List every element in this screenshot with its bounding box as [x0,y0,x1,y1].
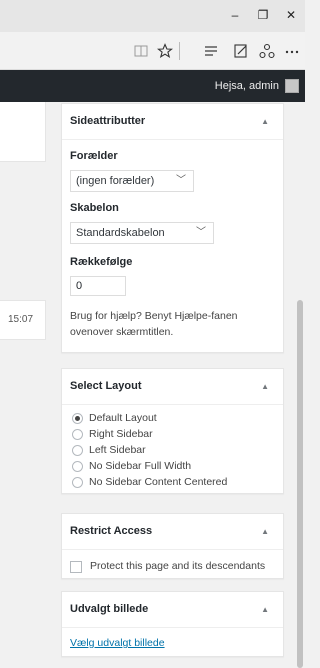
layout-option-label: No Sidebar Content Centered [89,476,228,488]
hub-icon[interactable] [203,43,219,59]
toggle-arrow-icon[interactable]: ▲ [261,117,269,126]
radio-button[interactable] [72,461,83,472]
layout-option-default[interactable]: Default Layout [70,412,275,426]
order-label: Rækkefølge [70,256,133,268]
minimize-icon[interactable]: – [228,8,242,22]
left-card-revision: 15:07 [0,300,46,340]
page-attributes-header[interactable]: Sideattributter ▲ [62,104,283,140]
order-input[interactable]: 0 [70,276,126,296]
left-content-area [0,102,51,668]
restrict-access-header[interactable]: Restrict Access ▲ [62,514,283,550]
toolbar-separator [179,42,180,60]
template-label: Skabelon [70,202,119,214]
restrict-access-title: Restrict Access [70,525,153,537]
parent-select[interactable]: (ingen forælder) ﹀ [70,170,194,192]
left-card [0,102,46,162]
help-text: Brug for hjælp? Benyt Hjælpe-fanen oveno… [70,310,238,338]
layout-option-label: Default Layout [89,412,157,424]
select-layout-box: Select Layout ▲ Default Layout Right Sid… [61,368,284,494]
share-icon[interactable] [259,43,275,59]
window-titlebar: – ❐ ✕ [0,0,305,32]
layout-option-left-sidebar[interactable]: Left Sidebar [70,444,275,458]
chevron-down-icon: ﹀ [176,175,186,186]
wp-admin-bar: Hejsa, admin [0,70,305,102]
layout-option-label: Left Sidebar [89,444,146,456]
browser-toolbar [0,32,305,70]
featured-image-box: Udvalgt billede ▲ Vælg udvalgt billede [61,591,284,657]
page-attributes-box: Sideattributter ▲ Forælder (ingen foræld… [61,103,284,353]
select-layout-title: Select Layout [70,380,142,392]
layout-option-label: Right Sidebar [89,428,153,440]
chevron-down-icon: ﹀ [196,227,206,238]
toggle-arrow-icon[interactable]: ▲ [261,382,269,391]
parent-label: Forælder [70,150,118,162]
toggle-arrow-icon[interactable]: ▲ [261,527,269,536]
radio-button[interactable] [72,413,83,424]
restore-icon[interactable]: ❐ [256,8,270,22]
parent-select-value: (ingen forælder) [76,175,155,187]
radio-button[interactable] [72,477,83,488]
reading-view-icon[interactable] [133,43,149,59]
admin-greeting[interactable]: Hejsa, admin [215,70,279,102]
scrollbar-thumb[interactable] [297,300,303,668]
select-layout-header[interactable]: Select Layout ▲ [62,369,283,405]
layout-option-label: No Sidebar Full Width [89,460,192,472]
revision-time: 15:07 [8,314,34,325]
layout-option-no-sidebar-centered[interactable]: No Sidebar Content Centered [70,476,275,490]
restrict-access-box: Restrict Access ▲ Protect this page and … [61,513,284,579]
more-icon[interactable] [284,43,300,59]
featured-image-title: Udvalgt billede [70,603,149,615]
toggle-arrow-icon[interactable]: ▲ [261,605,269,614]
avatar[interactable] [285,79,299,93]
close-icon[interactable]: ✕ [284,8,298,22]
page-attributes-title: Sideattributter [70,115,146,127]
favorite-star-icon[interactable] [156,43,174,59]
protect-page-checkbox[interactable] [70,561,82,573]
web-note-icon[interactable] [233,43,249,59]
template-select-value: Standardskabelon [76,227,165,239]
protect-page-label[interactable]: Protect this page and its descendants [90,560,265,572]
layout-option-right-sidebar[interactable]: Right Sidebar [70,428,275,442]
radio-button[interactable] [72,445,83,456]
layout-option-no-sidebar-full[interactable]: No Sidebar Full Width [70,460,275,474]
radio-button[interactable] [72,429,83,440]
set-featured-image-link[interactable]: Vælg udvalgt billede [70,637,165,649]
featured-image-header[interactable]: Udvalgt billede ▲ [62,592,283,628]
template-select[interactable]: Standardskabelon ﹀ [70,222,214,244]
